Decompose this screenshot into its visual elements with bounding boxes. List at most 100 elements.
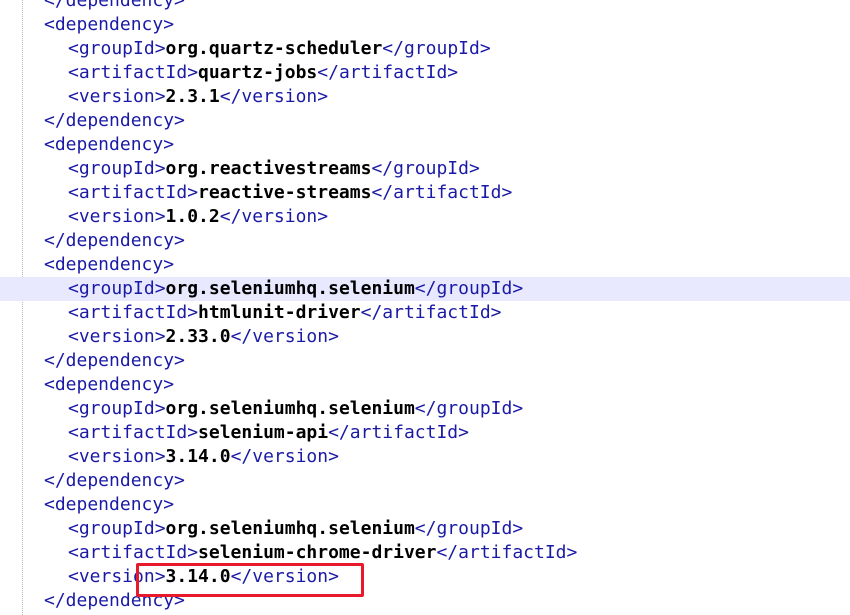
code-line-content: <dependency> xyxy=(44,373,174,397)
xml-close-tag: </artifactId> xyxy=(371,182,513,203)
code-line-content: <artifactId>quartz-jobs</artifactId> xyxy=(44,61,458,85)
xml-open-tag: <artifactId> xyxy=(68,302,199,323)
xml-close-tag: </groupId> xyxy=(371,158,480,179)
code-line[interactable]: <dependency> xyxy=(0,493,850,517)
code-line-content: <artifactId>selenium-chrome-driver</arti… xyxy=(44,541,577,565)
xml-element-value: quartz-jobs xyxy=(198,62,318,83)
code-line[interactable]: <artifactId>selenium-api</artifactId> xyxy=(0,421,850,445)
code-line[interactable]: <groupId>org.quartz-scheduler</groupId> xyxy=(0,37,850,61)
xml-close-tag: </groupId> xyxy=(414,518,524,539)
xml-close-tag: </version> xyxy=(219,86,329,107)
code-line-content: </dependency> xyxy=(44,229,185,253)
code-line[interactable]: </dependency> xyxy=(0,589,850,613)
code-line-content: <artifactId>selenium-api</artifactId> xyxy=(44,421,469,445)
code-line[interactable]: <artifactId>quartz-jobs</artifactId> xyxy=(0,61,850,85)
xml-open-tag: <dependency> xyxy=(44,254,175,275)
xml-open-tag: <groupId> xyxy=(68,38,166,59)
xml-element-value: org.seleniumhq.selenium xyxy=(165,518,415,539)
xml-open-tag: <version> xyxy=(68,326,166,347)
xml-editor[interactable]: </dependency> <dependency> <groupId>org.qu… xyxy=(0,0,850,615)
code-line[interactable]: </dependency> xyxy=(0,469,850,493)
xml-open-tag: <artifactId> xyxy=(68,542,199,563)
code-line-content: <version>1.0.2</version> xyxy=(44,205,328,229)
code-line[interactable]: <version>2.3.1</version> xyxy=(0,85,850,109)
code-line-content: <artifactId>reactive-streams</artifactId… xyxy=(44,181,512,205)
code-line[interactable]: <groupId>org.seleniumhq.selenium</groupI… xyxy=(0,517,850,541)
code-line-content: <groupId>org.seleniumhq.selenium</groupI… xyxy=(44,517,523,541)
xml-open-tag: <dependency> xyxy=(44,494,175,515)
xml-open-tag: <artifactId> xyxy=(68,182,199,203)
xml-open-tag: <dependency> xyxy=(44,134,175,155)
xml-open-tag: </dependency> xyxy=(44,590,185,611)
code-line[interactable]: <artifactId>reactive-streams</artifactId… xyxy=(0,181,850,205)
xml-close-tag: </artifactId> xyxy=(317,62,459,83)
xml-open-tag: </dependency> xyxy=(44,110,185,131)
xml-close-tag: </artifactId> xyxy=(328,422,469,443)
code-line-content: <dependency> xyxy=(44,13,174,37)
code-line-content: <groupId>org.quartz-scheduler</groupId> xyxy=(44,37,491,61)
code-line[interactable]: </dependency> xyxy=(0,349,850,373)
xml-open-tag: </dependency> xyxy=(44,350,185,371)
xml-close-tag: </version> xyxy=(230,326,339,347)
xml-close-tag: </version> xyxy=(219,206,329,227)
xml-open-tag: <version> xyxy=(68,86,166,107)
xml-open-tag: <groupId> xyxy=(68,158,166,179)
xml-close-tag: </version> xyxy=(230,566,339,587)
xml-open-tag: <groupId> xyxy=(68,518,166,539)
code-line-content: <version>3.14.0</version> xyxy=(44,565,339,589)
xml-element-value: selenium-chrome-driver xyxy=(198,542,437,563)
xml-close-tag: </groupId> xyxy=(414,398,524,419)
code-line[interactable]: <dependency> xyxy=(0,373,850,397)
xml-element-value: 3.14.0 xyxy=(165,446,231,467)
code-line-content: <dependency> xyxy=(44,133,174,157)
code-line-content: <groupId>org.seleniumhq.selenium</groupI… xyxy=(44,397,523,421)
xml-element-value: selenium-api xyxy=(198,422,329,443)
xml-open-tag: <version> xyxy=(68,566,166,587)
code-line[interactable]: <artifactId>selenium-chrome-driver</arti… xyxy=(0,541,850,565)
code-lines[interactable]: </dependency> <dependency> <groupId>org.qu… xyxy=(0,0,850,613)
code-line[interactable]: </dependency> xyxy=(0,229,850,253)
xml-open-tag: </dependency> xyxy=(44,470,185,491)
code-line-content: </dependency> xyxy=(44,109,185,133)
code-line-content: <version>3.14.0</version> xyxy=(44,445,339,469)
code-line-content: </dependency> xyxy=(44,469,185,493)
code-line[interactable]: </dependency> xyxy=(0,0,850,13)
code-line[interactable]: <version>3.14.0</version> xyxy=(0,445,850,469)
xml-open-tag: <artifactId> xyxy=(68,62,199,83)
code-line[interactable]: </dependency> xyxy=(0,109,850,133)
code-line-content: </dependency> xyxy=(44,589,185,613)
xml-close-tag: </groupId> xyxy=(382,38,491,59)
code-line-content: <version>2.33.0</version> xyxy=(44,325,339,349)
code-line-content: <version>2.3.1</version> xyxy=(44,85,328,109)
code-line[interactable]: <version>1.0.2</version> xyxy=(0,205,850,229)
code-line[interactable]: <dependency> xyxy=(0,13,850,37)
xml-open-tag: <version> xyxy=(68,446,166,467)
xml-element-value: 2.3.1 xyxy=(165,86,220,107)
code-line[interactable]: <dependency> xyxy=(0,253,850,277)
code-line[interactable]: <groupId>org.seleniumhq.selenium</groupI… xyxy=(0,397,850,421)
code-line-content: <artifactId>htmlunit-driver</artifactId> xyxy=(44,301,502,325)
code-line-content: </dependency> xyxy=(44,0,185,13)
xml-open-tag: </dependency> xyxy=(44,0,185,11)
xml-element-value: htmlunit-driver xyxy=(198,302,361,323)
xml-close-tag: </groupId> xyxy=(414,278,524,299)
xml-element-value: reactive-streams xyxy=(198,182,372,203)
xml-close-tag: </artifactId> xyxy=(360,302,502,323)
code-line[interactable]: <groupId>org.seleniumhq.selenium</groupI… xyxy=(0,277,850,301)
code-line-content: </dependency> xyxy=(44,349,185,373)
code-line[interactable]: <groupId>org.reactivestreams</groupId> xyxy=(0,157,850,181)
code-line-highlighted[interactable]: <version>3.14.0</version> xyxy=(0,565,850,589)
code-line-content: <groupId>org.seleniumhq.selenium</groupI… xyxy=(44,277,523,301)
code-line-content: <dependency> xyxy=(44,253,174,277)
code-line[interactable]: <version>2.33.0</version> xyxy=(0,325,850,349)
xml-element-value: 3.14.0 xyxy=(165,566,231,587)
code-line[interactable]: <artifactId>htmlunit-driver</artifactId> xyxy=(0,301,850,325)
xml-element-value: org.seleniumhq.selenium xyxy=(165,278,415,299)
xml-open-tag: <dependency> xyxy=(44,374,175,395)
xml-element-value: 1.0.2 xyxy=(165,206,220,227)
xml-open-tag: </dependency> xyxy=(44,230,185,251)
xml-open-tag: <version> xyxy=(68,206,166,227)
xml-open-tag: <dependency> xyxy=(44,14,175,35)
code-line[interactable]: <dependency> xyxy=(0,133,850,157)
xml-open-tag: <groupId> xyxy=(68,278,166,299)
